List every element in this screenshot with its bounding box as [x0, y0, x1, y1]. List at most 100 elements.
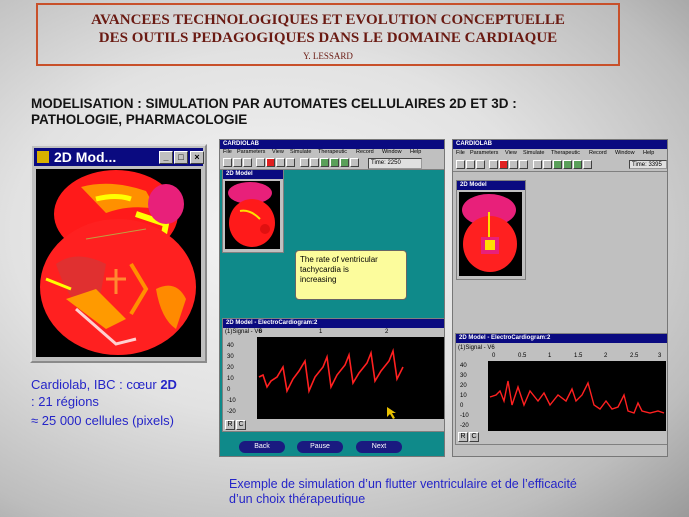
save-icon[interactable]: [233, 158, 242, 167]
y-tick-minus10: -10: [460, 413, 469, 419]
chart-icon[interactable]: [543, 160, 552, 169]
bottom-caption: Exemple de simulation d’un flutter ventr…: [229, 477, 669, 507]
x-tick-2-5: 2.5: [630, 353, 639, 359]
ecg-window-title[interactable]: 2D Model - ElectroCardiogram:2: [456, 334, 667, 343]
bottom-caption-line-2: d’un choix thérapeutique: [229, 492, 366, 506]
menu-help[interactable]: Help: [643, 150, 654, 156]
x-tick-1-5: 1.5: [574, 353, 583, 359]
cardiolab-caption-line-3: ≈ 25 000 cellules (pixels): [31, 413, 174, 428]
heart-model-small: [225, 181, 280, 249]
help-icon[interactable]: [350, 158, 359, 167]
tool-icon[interactable]: [533, 160, 542, 169]
menu-therapeutic[interactable]: Therapeutic: [551, 150, 580, 156]
y-tick-10: 10: [227, 376, 234, 382]
heart-model-small: [459, 192, 522, 276]
cardiolab-caption-line-1: Cardiolab, IBC : cœur 2D: [31, 377, 177, 392]
graph3-icon[interactable]: [573, 160, 582, 169]
tooltip-line-1: The rate of ventricular: [300, 255, 378, 264]
title-box: AVANCEES TECHNOLOGIQUES ET EVOLUTION CON…: [36, 3, 620, 66]
model-2d-titlebar[interactable]: 2D Mod... _ □ ×: [34, 148, 204, 166]
x-tick-0-5: 0.5: [518, 353, 527, 359]
y-tick-minus20: -20: [460, 423, 469, 429]
graph-icon[interactable]: [553, 160, 562, 169]
stop-icon[interactable]: [499, 160, 508, 169]
y-tick-minus20: -20: [227, 409, 236, 415]
title-line-1: AVANCEES TECHNOLOGIQUES ET EVOLUTION CON…: [91, 12, 565, 28]
menu-parameters[interactable]: Parameters: [470, 150, 498, 156]
clear-button[interactable]: C: [469, 432, 479, 442]
tool-icon[interactable]: [300, 158, 309, 167]
reset-button[interactable]: R: [225, 420, 235, 430]
menu-help[interactable]: Help: [410, 149, 421, 155]
bottom-caption-line-1: Exemple de simulation d’un flutter ventr…: [229, 477, 577, 491]
help-icon[interactable]: [583, 160, 592, 169]
stop-icon[interactable]: [266, 158, 275, 167]
app-titlebar[interactable]: CARDIOLAB: [220, 140, 444, 149]
y-tick-0: 0: [460, 403, 464, 409]
model-2d-subwindow: 2D Model: [456, 180, 526, 280]
y-tick-20: 20: [460, 383, 467, 389]
close-button[interactable]: ×: [190, 151, 204, 164]
menu-file[interactable]: File: [223, 149, 232, 155]
time-display: Time: 3395: [629, 160, 667, 169]
save-icon[interactable]: [466, 160, 475, 169]
record-icon[interactable]: [489, 160, 498, 169]
app-titlebar[interactable]: CARDIOLAB: [453, 140, 667, 149]
ecg-window: 2D Model - ElectroCardiogram:2 (1)Signal…: [222, 318, 444, 432]
back-button[interactable]: Back: [239, 441, 285, 453]
menu-parameters[interactable]: Parameters: [237, 149, 265, 155]
app-icon: [37, 151, 49, 163]
model-2d-subwindow-title[interactable]: 2D Model: [223, 170, 283, 179]
menu-bar: File Parameters View Simulate Therapeuti…: [453, 150, 667, 158]
heart-model-image: [36, 169, 201, 357]
graph3-icon[interactable]: [340, 158, 349, 167]
reset-button[interactable]: R: [458, 432, 468, 442]
ecg-trace-panel: [488, 361, 666, 431]
menu-view[interactable]: View: [505, 150, 517, 156]
menu-file[interactable]: File: [456, 150, 465, 156]
y-tick-minus10: -10: [227, 398, 236, 404]
play-icon[interactable]: [509, 160, 518, 169]
x-tick-3: 3: [658, 353, 662, 359]
print-icon[interactable]: [476, 160, 485, 169]
maximize-button[interactable]: □: [174, 151, 188, 164]
play-icon[interactable]: [276, 158, 285, 167]
x-tick-2: 2: [385, 329, 389, 335]
time-display: Time: 2250: [368, 158, 422, 169]
y-tick-0: 0: [227, 387, 231, 393]
menu-window[interactable]: Window: [615, 150, 635, 156]
print-icon[interactable]: [243, 158, 252, 167]
clear-button[interactable]: C: [236, 420, 246, 430]
menu-simulate[interactable]: Simulate: [523, 150, 544, 156]
pause-icon[interactable]: [519, 160, 528, 169]
y-tick-40: 40: [460, 363, 467, 369]
ecg-trace-panel: [257, 337, 444, 419]
chart-icon[interactable]: [310, 158, 319, 167]
pause-button[interactable]: Pause: [297, 441, 343, 453]
next-button[interactable]: Next: [356, 441, 402, 453]
x-tick-0: 0: [492, 353, 496, 359]
ecg-window-title[interactable]: 2D Model - ElectroCardiogram:2: [223, 319, 444, 328]
open-icon[interactable]: [223, 158, 232, 167]
record-icon[interactable]: [256, 158, 265, 167]
x-tick-2: 2: [604, 353, 608, 359]
section-heading-line-1: MODELISATION : SIMULATION PAR AUTOMATES …: [31, 96, 517, 111]
cardiolab-app-middle: CARDIOLAB File Parameters View Simulate …: [219, 139, 445, 457]
menu-record[interactable]: Record: [589, 150, 607, 156]
model-2d-subwindow-title[interactable]: 2D Model: [457, 181, 525, 190]
menu-bar: File Parameters View Simulate Therapeuti…: [220, 149, 444, 157]
open-icon[interactable]: [456, 160, 465, 169]
model-2d-title: 2D Mod...: [54, 149, 117, 165]
graph-icon[interactable]: [320, 158, 329, 167]
menu-record[interactable]: Record: [356, 149, 374, 155]
menu-view[interactable]: View: [272, 149, 284, 155]
ecg-window: 2D Model - ElectroCardiogram:2 (1)Signal…: [455, 333, 667, 445]
signal-label: (1)Signal - V6: [225, 329, 262, 335]
menu-simulate[interactable]: Simulate: [290, 149, 311, 155]
graph2-icon[interactable]: [330, 158, 339, 167]
minimize-button[interactable]: _: [159, 151, 173, 164]
menu-window[interactable]: Window: [382, 149, 402, 155]
pause-icon[interactable]: [286, 158, 295, 167]
graph2-icon[interactable]: [563, 160, 572, 169]
menu-therapeutic[interactable]: Therapeutic: [318, 149, 347, 155]
